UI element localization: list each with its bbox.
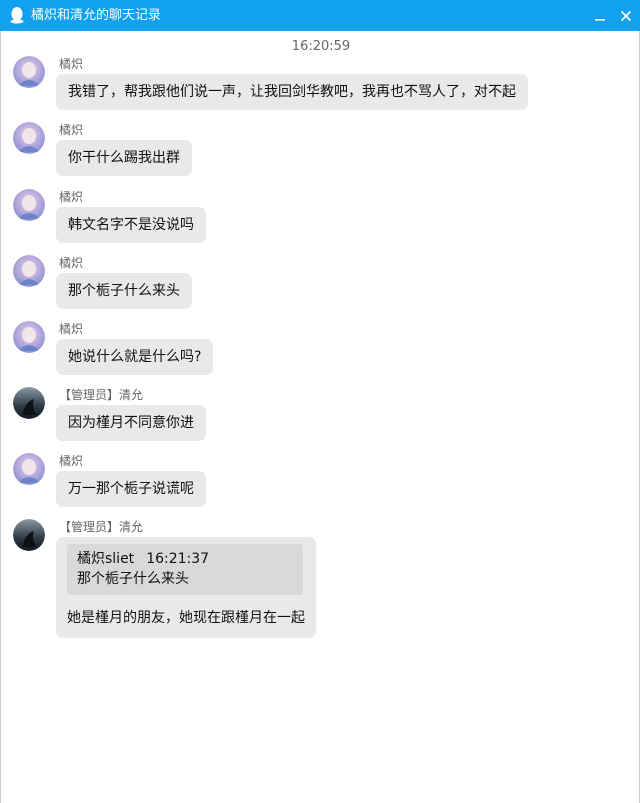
- chat-history-panel[interactable]: 16:20:59 橘炽 我错了，帮我跟他们说一声，让我回剑华教吧，我再也不骂人了…: [0, 31, 640, 803]
- sender-name: 橘炽: [59, 190, 84, 204]
- minimize-icon: [595, 19, 605, 21]
- message-bubble[interactable]: 我错了，帮我跟他们说一声，让我回剑华教吧，我再也不骂人了，对不起: [56, 74, 528, 110]
- message-bubble[interactable]: 她说什么就是什么吗?: [56, 339, 214, 375]
- close-icon: [620, 10, 632, 22]
- message-bubble[interactable]: 你干什么踢我出群: [56, 140, 192, 176]
- quote-text: 那个栀子什么来头: [77, 571, 189, 587]
- quoted-message[interactable]: 橘炽sliet 16:21:37 那个栀子什么来头: [67, 544, 303, 595]
- sender-name: 橘炽: [59, 256, 84, 270]
- avatar[interactable]: [13, 453, 45, 485]
- avatar[interactable]: [13, 122, 45, 154]
- sender-name: 橘炽: [59, 454, 84, 468]
- title-bar: 橘炽和清允的聊天记录: [0, 0, 640, 31]
- sender-name: 【管理员】清允: [59, 388, 144, 402]
- avatar[interactable]: [13, 321, 45, 353]
- minimize-button[interactable]: [589, 5, 611, 27]
- sender-name: 【管理员】清允: [59, 520, 144, 534]
- message-bubble[interactable]: 韩文名字不是没说吗: [56, 207, 206, 243]
- message-bubble[interactable]: 那个栀子什么来头: [56, 273, 192, 309]
- window-title: 橘炽和清允的聊天记录: [31, 8, 162, 23]
- message-bubble[interactable]: 橘炽sliet 16:21:37 那个栀子什么来头 她是槿月的朋友，她现在跟槿月在…: [56, 537, 316, 638]
- avatar[interactable]: [13, 189, 45, 221]
- avatar[interactable]: [13, 387, 45, 419]
- penguin-icon: [10, 7, 24, 24]
- avatar[interactable]: [13, 519, 45, 551]
- sender-name: 橘炽: [59, 322, 84, 336]
- quote-author: 橘炽sliet: [77, 551, 135, 567]
- close-button[interactable]: [615, 5, 637, 27]
- quote-header: 橘炽sliet 16:21:37: [77, 549, 293, 569]
- sender-name: 橘炽: [59, 123, 84, 137]
- quote-time: 16:21:37: [146, 551, 210, 567]
- reply-text: 她是槿月的朋友，她现在跟槿月在一起: [67, 610, 305, 626]
- avatar[interactable]: [13, 255, 45, 287]
- message-bubble[interactable]: 因为槿月不同意你进: [56, 405, 206, 441]
- avatar[interactable]: [13, 56, 45, 88]
- message-timestamp: 16:20:59: [291, 39, 351, 54]
- sender-name: 橘炽: [59, 57, 84, 71]
- message-bubble[interactable]: 万一那个栀子说谎呢: [56, 471, 206, 507]
